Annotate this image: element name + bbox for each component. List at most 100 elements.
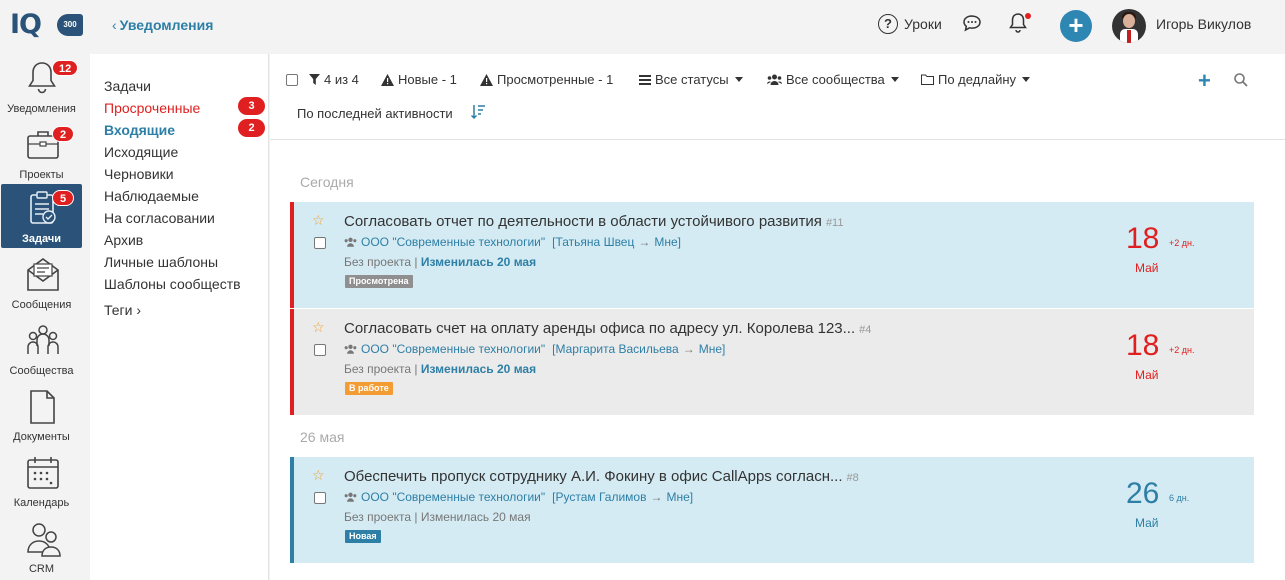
- nav-label: Сообщества: [9, 365, 74, 377]
- nav-label: Документы: [13, 431, 70, 443]
- arrow-right-icon: →: [638, 235, 651, 249]
- filter-count-label: 4 из 4: [324, 72, 359, 87]
- nav-notifications[interactable]: 12 Уведомления: [1, 54, 82, 118]
- filter-statuses-label: Все статусы: [655, 72, 729, 87]
- task-participants: [Маргарита Васильева → Мне]: [552, 342, 726, 356]
- submenu-personal-templates[interactable]: Личные шаблоны: [104, 254, 218, 270]
- filter-count[interactable]: 4 из 4: [309, 72, 359, 87]
- task-checkbox[interactable]: [314, 344, 326, 356]
- nav-label: CRM: [28, 563, 55, 575]
- back-link[interactable]: ‹ Уведомления: [112, 17, 213, 33]
- add-task-button[interactable]: +: [1198, 68, 1211, 94]
- task-title[interactable]: Согласовать отчет по деятельности в обла…: [344, 213, 843, 230]
- nav-calendar[interactable]: Календарь: [1, 448, 82, 512]
- star-icon[interactable]: ☆: [312, 212, 325, 229]
- filter-new[interactable]: Новые - 1: [381, 72, 457, 87]
- task-title[interactable]: Согласовать счет на оплату аренды офиса …: [344, 320, 871, 337]
- arrow-right-icon: →: [650, 490, 663, 504]
- task-number: #11: [825, 217, 844, 229]
- status-badge: В работе: [345, 382, 393, 395]
- nav-label: Проекты: [19, 169, 64, 181]
- task-row[interactable]: ☆ Согласовать счет на оплату аренды офис…: [290, 309, 1254, 415]
- task-to[interactable]: Мне: [699, 342, 722, 356]
- star-icon[interactable]: ☆: [312, 319, 325, 336]
- select-all-checkbox[interactable]: [286, 74, 298, 86]
- task-from[interactable]: Рустам Галимов: [555, 490, 646, 504]
- lessons-label: Уроки: [904, 16, 942, 32]
- search-icon[interactable]: [1234, 73, 1248, 90]
- nav-documents[interactable]: Документы: [1, 382, 82, 446]
- logo[interactable]: IQ 300: [10, 8, 84, 42]
- avatar[interactable]: [1112, 9, 1146, 43]
- chat-icon[interactable]: [962, 14, 982, 35]
- task-row[interactable]: ☆ Согласовать отчет по деятельности в об…: [290, 202, 1254, 308]
- caret-down-icon: [890, 77, 899, 82]
- task-checkbox[interactable]: [314, 492, 326, 504]
- filter-deadline[interactable]: По дедлайну: [921, 72, 1031, 87]
- task-changed: Изменилась 20 мая: [420, 362, 537, 376]
- task-community[interactable]: ООО "Современные технологии": [361, 235, 545, 249]
- task-community[interactable]: ООО "Современные технологии": [361, 490, 545, 504]
- submenu-incoming[interactable]: Входящие: [104, 122, 175, 138]
- task-project-name: Без проекта: [344, 362, 412, 376]
- status-badge: Просмотрена: [345, 275, 413, 288]
- submenu-outgoing[interactable]: Исходящие: [104, 144, 178, 160]
- submenu-drafts[interactable]: Черновики: [104, 166, 174, 182]
- task-checkbox[interactable]: [314, 237, 326, 249]
- sort-label[interactable]: По последней активности: [297, 106, 453, 121]
- task-from[interactable]: Татьяна Швец: [555, 235, 634, 249]
- lessons-button[interactable]: ? Уроки: [878, 14, 942, 34]
- filter-new-label: Новые - 1: [398, 72, 457, 87]
- nav-crm[interactable]: CRM: [1, 514, 82, 578]
- submenu-archive[interactable]: Архив: [104, 232, 143, 248]
- status-badge: Новая: [345, 530, 381, 543]
- due-day: 18: [1126, 222, 1160, 255]
- task-number: #4: [859, 324, 872, 336]
- crm-icon: [27, 523, 61, 557]
- submenu-community-templates[interactable]: Шаблоны сообществ: [104, 276, 241, 292]
- nav-messages[interactable]: Сообщения: [1, 250, 82, 314]
- task-row[interactable]: ☆ Обеспечить пропуск сотруднику А.И. Фок…: [290, 457, 1254, 563]
- document-icon: [30, 390, 55, 424]
- list-icon: [639, 74, 651, 85]
- task-to[interactable]: Мне: [654, 235, 677, 249]
- nav-label: Календарь: [13, 497, 70, 509]
- submenu-approval[interactable]: На согласовании: [104, 210, 215, 226]
- funnel-icon: [309, 74, 320, 85]
- task-list-panel: 4 из 4 Новые - 1 Просмотренные - 1 Все с…: [270, 54, 1285, 580]
- filter-statuses[interactable]: Все статусы: [639, 72, 743, 87]
- user-name[interactable]: Игорь Викулов: [1156, 16, 1251, 32]
- nav-projects[interactable]: 2 Проекты: [1, 120, 82, 184]
- task-title-text: Согласовать отчет по деятельности в обла…: [344, 213, 822, 230]
- people-icon: [27, 325, 59, 354]
- submenu-watched[interactable]: Наблюдаемые: [104, 188, 199, 204]
- task-project: Без проекта | Изменилась 20 мая: [344, 362, 537, 376]
- task-meta: ООО "Современные технологии" [Татьяна Шв…: [344, 235, 681, 249]
- task-community[interactable]: ООО "Современные технологии": [361, 342, 545, 356]
- task-title[interactable]: Обеспечить пропуск сотруднику А.И. Фокин…: [344, 468, 859, 485]
- sort-desc-icon[interactable]: [470, 104, 485, 123]
- nav-badge: 2: [52, 126, 74, 142]
- priority-stripe: [290, 202, 294, 308]
- task-to[interactable]: Мне: [666, 490, 689, 504]
- create-button[interactable]: +: [1060, 10, 1092, 42]
- due-extra: 6 дн.: [1169, 493, 1190, 503]
- nav-tasks[interactable]: 5 Задачи: [1, 184, 82, 248]
- task-from[interactable]: Маргарита Васильева: [555, 342, 678, 356]
- task-changed: Изменилась 20 мая: [420, 255, 537, 269]
- filter-communities[interactable]: Все сообщества: [767, 72, 899, 87]
- nav-communities[interactable]: Сообщества: [1, 316, 82, 380]
- star-icon[interactable]: ☆: [312, 467, 325, 484]
- filter-viewed[interactable]: Просмотренные - 1: [480, 72, 613, 87]
- question-icon: ?: [878, 14, 898, 34]
- nav-label: Задачи: [22, 233, 61, 245]
- due-day: 26: [1126, 477, 1160, 510]
- nav-badge: 12: [52, 60, 79, 76]
- task-meta: ООО "Современные технологии" [Рустам Гал…: [344, 490, 693, 504]
- task-title-text: Согласовать счет на оплату аренды офиса …: [344, 320, 856, 337]
- submenu-overdue[interactable]: Просроченные: [104, 100, 200, 116]
- submenu-tasks[interactable]: Задачи: [104, 78, 151, 94]
- task-changed: Изменилась 20 мая: [420, 510, 531, 524]
- filter-bar: 4 из 4 Новые - 1 Просмотренные - 1 Все с…: [270, 54, 1285, 140]
- submenu-tags[interactable]: Теги ›: [104, 302, 141, 318]
